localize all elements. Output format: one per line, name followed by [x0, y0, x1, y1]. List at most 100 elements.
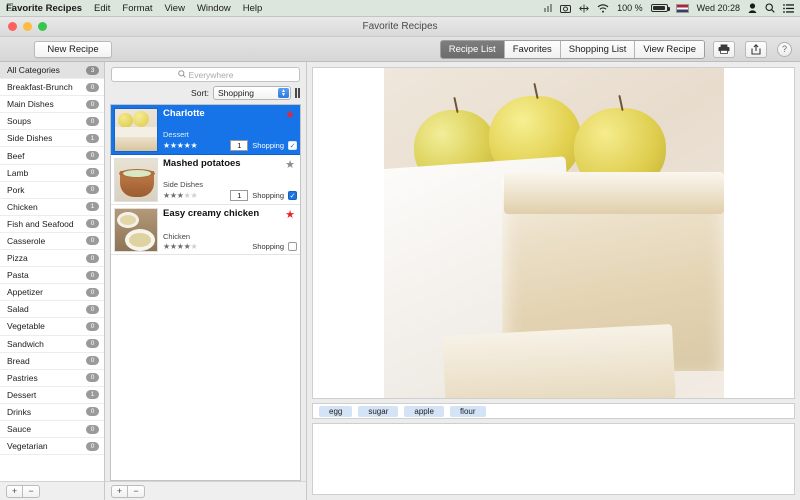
remove-recipe-button[interactable]: −	[128, 485, 145, 498]
sidebar-item-beef[interactable]: Beef 0	[0, 147, 104, 164]
menu-item-edit[interactable]: Edit	[94, 3, 110, 14]
favorite-star-icon[interactable]: ★	[285, 158, 295, 171]
sidebar-item-drinks[interactable]: Drinks 0	[0, 404, 104, 421]
sidebar-item-count: 0	[86, 168, 99, 177]
app-window: Favorite Recipes New Recipe Recipe List …	[0, 16, 800, 500]
sort-select[interactable]: Shopping ▲▼	[213, 86, 291, 100]
sidebar-item-main-dishes[interactable]: Main Dishes 0	[0, 96, 104, 113]
recipe-list[interactable]: Charlotte ★ Dessert ★★★★★ 1 Shopping ✓	[110, 104, 301, 481]
sidebar-item-side-dishes[interactable]: Side Dishes 1	[0, 130, 104, 147]
remove-category-button[interactable]: −	[23, 485, 40, 498]
clock-label[interactable]: Wed 20:28	[697, 4, 740, 13]
battery-icon[interactable]	[651, 4, 668, 12]
sidebar-item-count: 0	[86, 185, 99, 194]
rating-stars[interactable]: ★★★★★	[163, 191, 197, 200]
print-button[interactable]	[713, 41, 735, 58]
menu-item-view[interactable]: View	[165, 3, 185, 14]
search-input[interactable]: Everywhere	[111, 67, 300, 82]
recipe-title: Easy creamy chicken	[163, 208, 297, 219]
sidebar-item-salad[interactable]: Salad 0	[0, 301, 104, 318]
sidebar-item-vegetable[interactable]: Vegetable 0	[0, 318, 104, 335]
wifi-icon[interactable]	[597, 4, 609, 13]
sort-direction-icon[interactable]	[295, 88, 300, 98]
search-icon[interactable]	[765, 3, 775, 13]
favorite-star-icon[interactable]: ★	[285, 208, 295, 221]
sidebar-item-sandwich[interactable]: Sandwich 0	[0, 336, 104, 353]
sidebar-item-vegetarian[interactable]: Vegetarian 0	[0, 438, 104, 455]
sidebar-item-pasta[interactable]: Pasta 0	[0, 267, 104, 284]
sidebar-item-count: 3	[86, 66, 99, 75]
menu-app-name[interactable]: Favorite Recipes	[6, 3, 82, 14]
sidebar-item-count: 1	[86, 202, 99, 211]
easy-creamy-chicken-thumbnail	[114, 208, 158, 252]
menu-status-area: 100 % Wed 20:28	[544, 3, 794, 13]
sidebar-item-chicken[interactable]: Chicken 1	[0, 199, 104, 216]
recipe-item-content: Mashed potatoes ★ Side Dishes ★★★★★ 1 Sh…	[163, 158, 297, 201]
sidebar-item-label: Beef	[7, 151, 25, 161]
sidebar-item-count: 0	[86, 356, 99, 365]
sidebar-item-label: Dessert	[7, 390, 36, 400]
rating-stars[interactable]: ★★★★★	[163, 141, 197, 150]
quantity-field[interactable]: 1	[230, 190, 248, 201]
shopping-checkbox[interactable]	[288, 242, 297, 251]
help-button[interactable]: ?	[777, 42, 792, 57]
sidebar-item-soups[interactable]: Soups 0	[0, 113, 104, 130]
sidebar-item-label: Breakfast-Brunch	[7, 82, 73, 92]
recipe-add-remove-group: + −	[105, 481, 306, 500]
sidebar-item-label: Fish and Seafood	[7, 219, 74, 229]
apple-menu-icon[interactable]: 	[6, 3, 14, 14]
sidebar-item-all-categories[interactable]: All Categories 3	[0, 62, 104, 79]
sidebar-item-bread[interactable]: Bread 0	[0, 353, 104, 370]
menu-item-format[interactable]: Format	[122, 3, 152, 14]
recipe-photo[interactable]	[312, 67, 795, 399]
add-category-button[interactable]: +	[6, 485, 23, 498]
tag-bar[interactable]: egg sugar apple flour	[312, 403, 795, 419]
sidebar-item-count: 0	[86, 219, 99, 228]
airplay-icon[interactable]	[579, 4, 589, 13]
sort-select-value: Shopping	[218, 88, 254, 98]
sidebar-item-pork[interactable]: Pork 0	[0, 182, 104, 199]
tab-shopping-list[interactable]: Shopping List	[561, 41, 636, 58]
tab-favorites[interactable]: Favorites	[505, 41, 561, 58]
sidebar-item-pastries[interactable]: Pastries 0	[0, 370, 104, 387]
cake-front-edge	[442, 324, 676, 398]
tag-apple[interactable]: apple	[404, 406, 444, 417]
tag-sugar[interactable]: sugar	[358, 406, 398, 417]
sidebar-item-lamb[interactable]: Lamb 0	[0, 165, 104, 182]
chevron-updown-icon[interactable]: ▲▼	[278, 88, 289, 98]
sidebar-item-fish-and-seafood[interactable]: Fish and Seafood 0	[0, 216, 104, 233]
shopping-checkbox[interactable]: ✓	[288, 141, 297, 150]
equalizer-icon[interactable]	[544, 4, 552, 12]
sidebar-item-dessert[interactable]: Dessert 1	[0, 387, 104, 404]
shopping-checkbox[interactable]: ✓	[288, 191, 297, 200]
tab-view-recipe[interactable]: View Recipe	[635, 41, 704, 58]
tag-flour[interactable]: flour	[450, 406, 486, 417]
sidebar-item-breakfast-brunch[interactable]: Breakfast-Brunch 0	[0, 79, 104, 96]
share-button[interactable]	[745, 41, 767, 58]
sidebar-item-count: 0	[86, 425, 99, 434]
user-icon[interactable]	[748, 3, 757, 13]
add-recipe-button[interactable]: +	[111, 485, 128, 498]
favorite-star-icon[interactable]: ★	[285, 108, 295, 121]
recipe-list-item-charlotte[interactable]: Charlotte ★ Dessert ★★★★★ 1 Shopping ✓	[111, 105, 300, 155]
sidebar-item-appetizer[interactable]: Appetizer 0	[0, 284, 104, 301]
menu-item-help[interactable]: Help	[243, 3, 263, 14]
sidebar-item-label: Lamb	[7, 168, 28, 178]
notes-field[interactable]	[312, 423, 795, 495]
recipe-list-item-easy-creamy-chicken[interactable]: Easy creamy chicken ★ Chicken ★★★★★ Shop…	[111, 205, 300, 255]
screenshot-icon[interactable]	[560, 4, 571, 13]
recipe-list-item-mashed-potatoes[interactable]: Mashed potatoes ★ Side Dishes ★★★★★ 1 Sh…	[111, 155, 300, 205]
sidebar-item-sauce[interactable]: Sauce 0	[0, 421, 104, 438]
sidebar-item-pizza[interactable]: Pizza 0	[0, 250, 104, 267]
list-icon[interactable]	[783, 4, 794, 13]
sidebar-item-casserole[interactable]: Casserole 0	[0, 233, 104, 250]
sidebar-item-count: 0	[86, 271, 99, 280]
rating-stars[interactable]: ★★★★★	[163, 242, 197, 251]
menu-item-window[interactable]: Window	[197, 3, 231, 14]
tag-egg[interactable]: egg	[319, 406, 352, 417]
tab-recipe-list[interactable]: Recipe List	[441, 41, 505, 58]
flag-icon[interactable]	[676, 4, 689, 13]
desktop:  Favorite Recipes Edit Format View Wind…	[0, 0, 800, 500]
new-recipe-button[interactable]: New Recipe	[34, 41, 112, 58]
quantity-field[interactable]: 1	[230, 140, 248, 151]
